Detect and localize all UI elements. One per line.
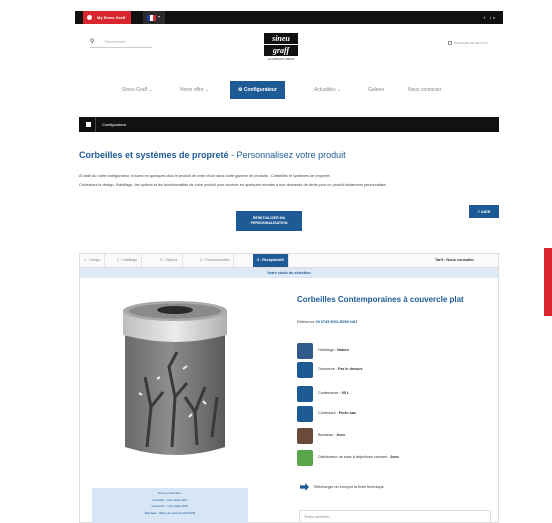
price-label: Tarif : Nous consulter bbox=[435, 258, 474, 262]
tab-recapitulatif[interactable]: 5 - Récapitulatif bbox=[253, 254, 289, 267]
intro-paragraph-2: Choisissez le design, l'habillage, les o… bbox=[79, 183, 387, 187]
search-input[interactable]: ⚲ Rechercher bbox=[90, 38, 152, 48]
notes-box: Textes conformes : bbox=[299, 510, 491, 523]
home-icon[interactable] bbox=[86, 122, 91, 127]
my-account-button[interactable]: My Sineu Graff bbox=[83, 11, 132, 24]
option-distributeur-value: Avec bbox=[390, 455, 400, 459]
help-button[interactable]: ? AIDE bbox=[469, 205, 499, 218]
tab-fonctionnalites[interactable]: 4 - Fonctionnalités bbox=[196, 254, 235, 267]
option-ouverture-label: Ouverture : bbox=[318, 367, 339, 371]
option-contenance-label: Contenance : bbox=[318, 391, 342, 395]
nav-notre-offre[interactable]: Notre offre ⌄ bbox=[180, 81, 209, 99]
option-habillage-text: Habillage : Nature bbox=[318, 348, 349, 352]
download-spec-link[interactable]: Télécharger ou envoyer la fiche techniqu… bbox=[300, 483, 384, 491]
selection-banner: Votre choix de sélection bbox=[80, 268, 498, 278]
product-reference: Référence 20 0735 5001 B000 NAT bbox=[297, 320, 358, 324]
reset-button[interactable]: RÉINITIALISER MA PERSONNALISATION bbox=[236, 211, 302, 231]
logo-word-1: sineu bbox=[264, 33, 298, 44]
option-bandeau-label: Bandeau : bbox=[318, 433, 337, 437]
tab-options[interactable]: 3 - Options bbox=[156, 254, 183, 267]
option-contenance-text: Contenance : 95 L bbox=[318, 391, 349, 395]
option-habillage-label: Habillage : bbox=[318, 348, 337, 352]
main-nav: Sineu Graff ⌄ Notre offre ⌄ ⚙ Configurat… bbox=[118, 81, 468, 99]
option-contenant: Contenant : Porte-sac bbox=[297, 406, 487, 424]
configurator-panel: 1 - Design 2 - Habillage 3 - Options 4 -… bbox=[79, 253, 499, 523]
reference-label: Référence bbox=[297, 320, 315, 324]
page-title-bold: Corbeilles et systèmes de propreté bbox=[79, 150, 229, 160]
site-logo[interactable]: sineu graff LE MOBILIER URBAIN bbox=[264, 33, 298, 73]
bin-top-icon bbox=[297, 362, 313, 378]
intro-text: A l'aide du notre configurateur, trouvez… bbox=[79, 173, 499, 188]
french-flag-icon bbox=[147, 15, 156, 21]
palette-icon bbox=[297, 343, 313, 359]
account-label: My Sineu Graff bbox=[97, 15, 126, 20]
option-contenance: Contenance : 95 L bbox=[297, 386, 487, 404]
chevron-down-icon: ▾ bbox=[158, 14, 161, 19]
nav-galerie[interactable]: Galerie bbox=[368, 81, 384, 99]
social-links[interactable]: f in bbox=[484, 11, 497, 24]
info-line: Bandeau : Blanc de sécurité Ral 9003 bbox=[144, 510, 196, 515]
nav-configurateur[interactable]: ⚙ Configurateur bbox=[230, 81, 285, 99]
nav-configurateur-label: Configurateur bbox=[243, 87, 277, 93]
user-icon bbox=[87, 15, 92, 20]
option-ouverture-text: Ouverture : Par le dessus bbox=[318, 367, 363, 371]
intro-paragraph-1: A l'aide du notre configurateur, trouvez… bbox=[79, 174, 331, 178]
page-title: Corbeilles et systèmes de propreté - Per… bbox=[79, 150, 346, 160]
option-contenance-value: 95 L bbox=[341, 391, 350, 395]
search-placeholder: Rechercher bbox=[105, 39, 126, 44]
option-contenant-label: Contenant : bbox=[318, 411, 339, 415]
option-distributeur-text: Distributeur de sacs à déjections canine… bbox=[318, 455, 399, 459]
breadcrumb: Configurateur bbox=[79, 117, 499, 132]
option-bandeau-value: Avec bbox=[336, 433, 346, 437]
notes-label: Textes conformes : bbox=[304, 515, 331, 519]
band-icon bbox=[297, 428, 313, 444]
reset-label-2: PERSONNALISATION bbox=[250, 221, 288, 225]
nav-nous-contacter[interactable]: Nous contacter bbox=[408, 81, 442, 99]
bag-icon bbox=[297, 406, 313, 422]
step-tabs: 1 - Design 2 - Habillage 3 - Options 4 -… bbox=[80, 254, 498, 268]
option-habillage: Habillage : Nature bbox=[297, 343, 487, 361]
language-selector[interactable]: ▾ bbox=[143, 11, 165, 24]
option-bandeau: Bandeau : Avec bbox=[297, 428, 487, 446]
option-contenant-value: Porte-sac bbox=[338, 411, 356, 415]
option-ouverture: Ouverture : Par le dessus bbox=[297, 362, 487, 380]
reference-value: 20 0735 5001 B000 NAT bbox=[315, 320, 358, 324]
option-habillage-value: Nature bbox=[337, 348, 350, 352]
breadcrumb-current: Configurateur bbox=[102, 122, 127, 127]
search-icon[interactable]: ⚲ bbox=[90, 38, 94, 45]
quote-request-link[interactable]: DEMANDE DE DEVIS (0) bbox=[448, 41, 489, 46]
top-bar: My Sineu Graff ▾ f in bbox=[75, 11, 503, 24]
option-distributeur: Distributeur de sacs à déjections canine… bbox=[297, 450, 487, 468]
option-bandeau-text: Bandeau : Avec bbox=[318, 433, 345, 437]
page-title-light: - Personnalisez votre produit bbox=[228, 150, 346, 160]
product-title: Corbeilles Contemporaines à couvercle pl… bbox=[297, 295, 464, 304]
option-contenant-text: Contenant : Porte-sac bbox=[318, 411, 356, 415]
tab-design[interactable]: 1 - Design bbox=[80, 254, 106, 267]
download-icon bbox=[300, 483, 309, 491]
breadcrumb-divider bbox=[95, 117, 96, 132]
side-tab[interactable] bbox=[544, 248, 552, 316]
download-label: Télécharger ou envoyer la fiche techniqu… bbox=[313, 485, 384, 489]
nav-sineu-graff[interactable]: Sineu Graff ⌄ bbox=[122, 81, 153, 99]
dog-bag-icon bbox=[297, 450, 313, 466]
logo-tagline: LE MOBILIER URBAIN bbox=[267, 58, 295, 61]
quote-label: DEMANDE DE DEVIS (0) bbox=[454, 41, 489, 45]
option-distributeur-label: Distributeur de sacs à déjections canine… bbox=[318, 455, 391, 459]
capacity-icon bbox=[297, 386, 313, 402]
nav-actualites[interactable]: Actualités ⌄ bbox=[314, 81, 341, 99]
product-image bbox=[123, 301, 227, 455]
tab-habillage[interactable]: 2 - Habillage bbox=[113, 254, 143, 267]
logo-word-2: graff bbox=[264, 45, 298, 56]
option-ouverture-value: Par le dessus bbox=[338, 367, 363, 371]
document-icon bbox=[448, 41, 452, 46]
color-info-box: Textes présentés : Corbeille : Gris sati… bbox=[92, 488, 248, 523]
